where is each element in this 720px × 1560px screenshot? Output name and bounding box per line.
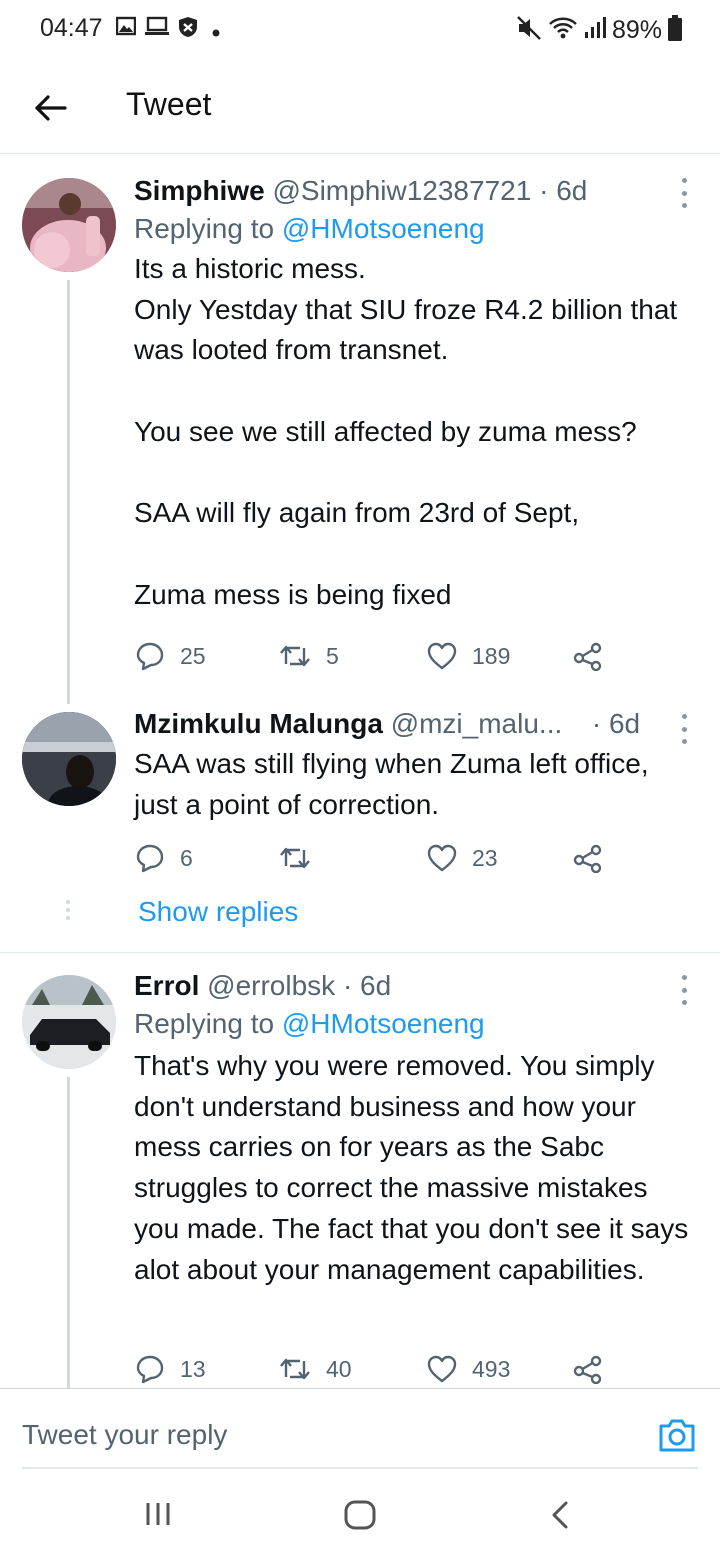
reply-button[interactable]: 25 [134,638,206,674]
like-count: 23 [472,844,498,871]
tweet-actions: 13 40 493 [134,1351,614,1387]
recents-button[interactable] [144,1500,172,1533]
wifi-icon [548,15,578,46]
tweet-text: That's why you were removed. You simply … [134,1050,697,1285]
author-handle[interactable]: @errolbsk [207,970,335,1001]
dot-icon [212,24,220,42]
retweet-icon [280,847,310,869]
replying-to-label: Replying to [134,213,275,244]
like-button[interactable]: 189 [426,638,510,674]
author-handle[interactable]: @mzi_malu... [391,708,563,739]
replying-to-label: Replying to [134,1008,275,1039]
author-name[interactable]: Simphiwe [134,175,265,206]
tweet-time: 6d [360,970,392,1001]
tweet-time: 6d [608,708,641,739]
reply-count: 6 [180,844,193,871]
laptop-icon [144,16,170,41]
like-button[interactable]: 493 [426,1351,510,1387]
separator-dot: · [591,708,602,739]
system-nav-bar [0,1470,720,1560]
reply-count: 25 [180,642,206,669]
replying-to: Replying to @HMotsoeneng [134,209,696,249]
tweet-text: SAA was still flying when Zuma left offi… [134,748,657,820]
like-button[interactable]: 23 [426,840,498,876]
avatar[interactable] [22,178,116,272]
thread-dots [66,900,70,920]
heart-icon [427,844,457,872]
mention-link[interactable]: @HMotsoeneng [282,1008,485,1039]
mention-link[interactable]: @HMotsoeneng [282,213,485,244]
reply-button[interactable]: 13 [134,1351,206,1387]
retweet-icon [280,645,310,667]
retweet-icon [280,1358,310,1380]
top-app-bar: Tweet [0,62,720,154]
home-icon [344,1500,376,1530]
reply-count: 13 [180,1355,206,1382]
show-replies-link[interactable]: Show replies [138,896,298,928]
reply-input[interactable]: Tweet your reply [22,1419,227,1451]
retweet-count: 5 [326,642,339,669]
gallery-icon [115,16,137,41]
status-bar: 04:47 89% [0,0,720,62]
tweet-time: 6d [556,175,588,206]
tweet-actions: 25 5 189 [134,638,614,674]
back-nav-icon [552,1501,568,1529]
heart-icon [427,642,457,670]
status-time: 04:47 [40,14,103,42]
share-button[interactable] [572,638,604,674]
author-name[interactable]: Errol [134,970,199,1001]
shield-icon [178,16,198,43]
battery-percent: 89% [611,15,662,44]
replying-to: Replying to @HMotsoeneng [134,1004,696,1044]
author-handle[interactable]: @Simphiw12387721 [272,175,531,206]
reply-composer: Tweet your reply [0,1388,720,1470]
camera-icon [659,1419,695,1452]
tweet-simphiwe[interactable]: Simphiwe @Simphiw12387721 · 6d Replying … [0,156,720,704]
share-icon [573,1355,602,1384]
heart-icon [427,1355,457,1383]
separator-dot: · [539,175,549,206]
share-icon [573,642,602,671]
mute-icon [516,15,542,46]
back-button[interactable] [26,84,74,132]
tweet-mzimkulu[interactable]: Mzimkulu Malunga @mzi_malu... · 6d SAA w… [0,704,720,952]
signal-icon [584,16,606,45]
share-button[interactable] [572,1351,604,1387]
like-count: 493 [472,1355,511,1382]
tweet-errol[interactable]: Errol @errolbsk · 6d Replying to @HMotso… [0,953,720,1388]
arrow-left-icon [35,95,67,121]
reply-icon [136,844,164,873]
retweet-button[interactable]: 5 [278,638,339,674]
tweet-text: Its a historic mess. Only Yestday that S… [134,253,678,610]
recents-icon [146,1503,170,1525]
separator-dot: · [342,970,353,1001]
share-icon [573,844,602,873]
retweet-button[interactable] [278,840,312,876]
author-name[interactable]: Mzimkulu Malunga [134,708,383,739]
retweet-button[interactable]: 40 [278,1351,352,1387]
avatar[interactable] [22,712,116,806]
tweet-actions: 6 23 [134,840,614,876]
battery-icon [668,14,682,46]
like-count: 189 [472,642,511,669]
avatar[interactable] [22,975,116,1069]
camera-button[interactable] [658,1417,696,1458]
back-nav-button[interactable] [550,1500,570,1535]
share-button[interactable] [572,840,604,876]
reply-icon [136,1355,164,1384]
page-title: Tweet [126,86,212,122]
reply-button[interactable]: 6 [134,840,193,876]
retweet-count: 40 [326,1355,352,1382]
reply-icon [136,642,164,671]
home-button[interactable] [344,1500,376,1535]
